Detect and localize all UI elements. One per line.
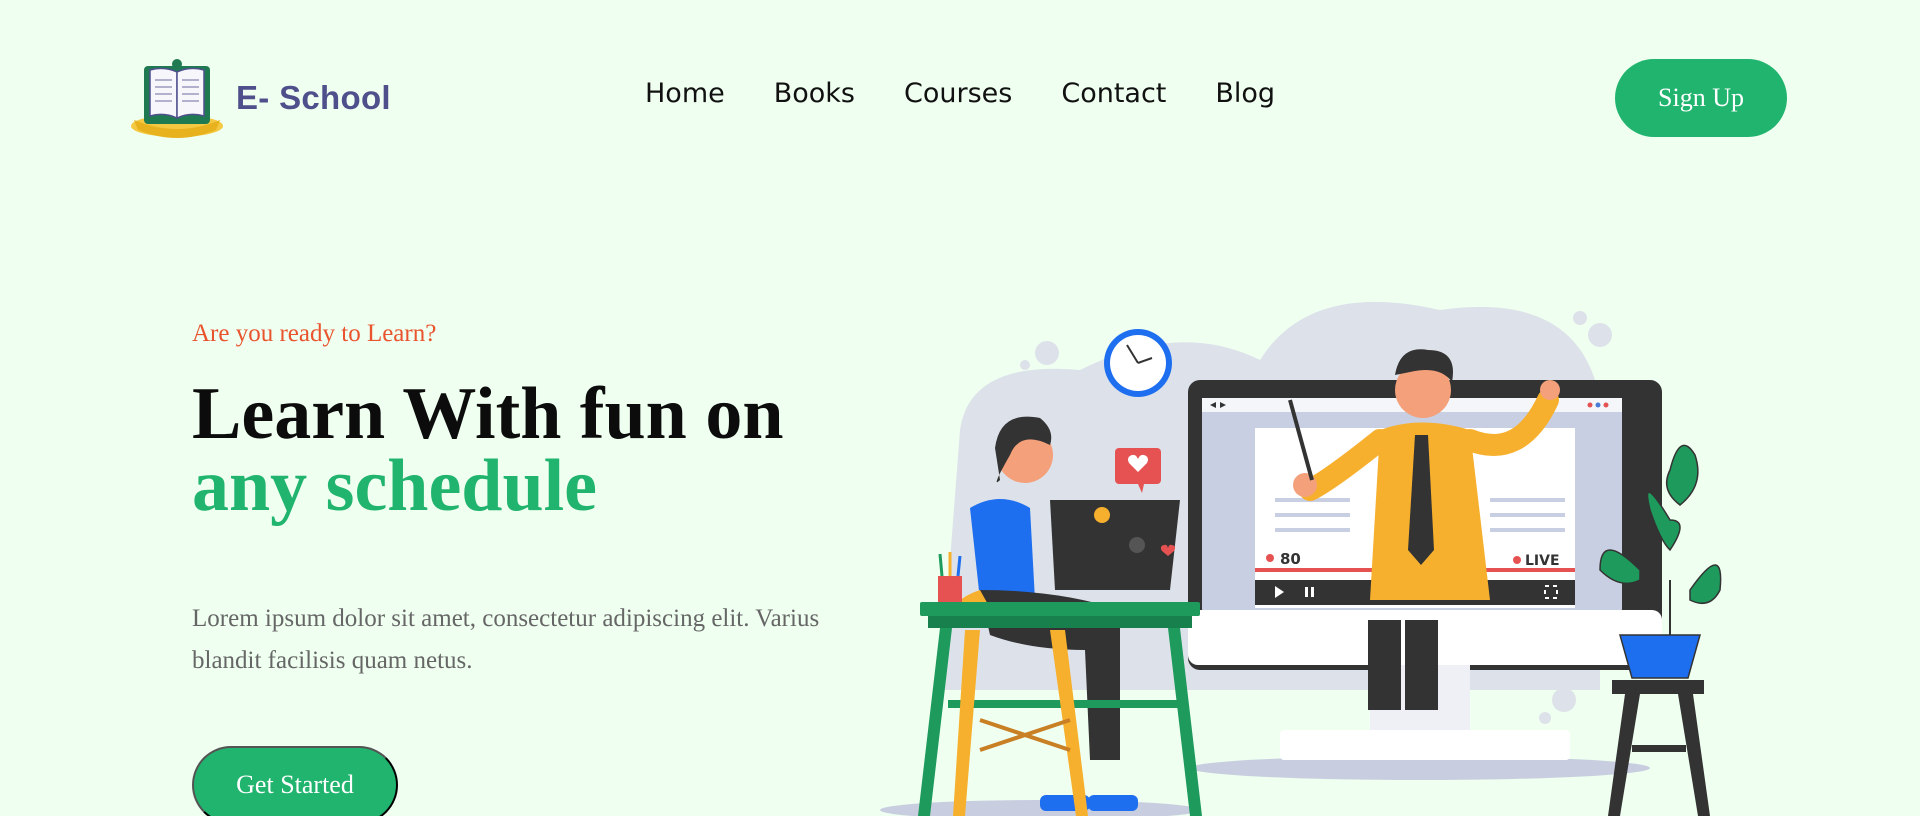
hero-title: Learn With fun on any schedule <box>192 377 784 527</box>
nav-books[interactable]: Books <box>774 78 855 109</box>
hero-title-line1: Learn With fun on <box>192 373 784 455</box>
hero-description: Lorem ipsum dolor sit amet, consectetur … <box>192 605 820 674</box>
brand-name: E- School <box>236 79 391 116</box>
get-started-button[interactable]: Get Started <box>192 746 398 816</box>
logo[interactable]: E- School <box>130 56 391 140</box>
nav-contact[interactable]: Contact <box>1061 78 1166 109</box>
nav-blog[interactable]: Blog <box>1215 78 1275 109</box>
viewer-count: 80 <box>1280 550 1301 568</box>
sign-up-button[interactable]: Sign Up <box>1615 59 1787 137</box>
nav-home[interactable]: Home <box>645 78 725 109</box>
nav-courses[interactable]: Courses <box>904 78 1012 109</box>
hero-eyebrow: Are you ready to Learn? <box>192 320 437 347</box>
hero-illustration: 80 LIVE <box>880 290 1740 816</box>
main-nav: Home Books Courses Contact Blog <box>645 78 1275 109</box>
live-label: LIVE <box>1525 553 1560 569</box>
book-logo-icon <box>130 56 230 140</box>
hero-title-accent: any schedule <box>192 445 598 527</box>
